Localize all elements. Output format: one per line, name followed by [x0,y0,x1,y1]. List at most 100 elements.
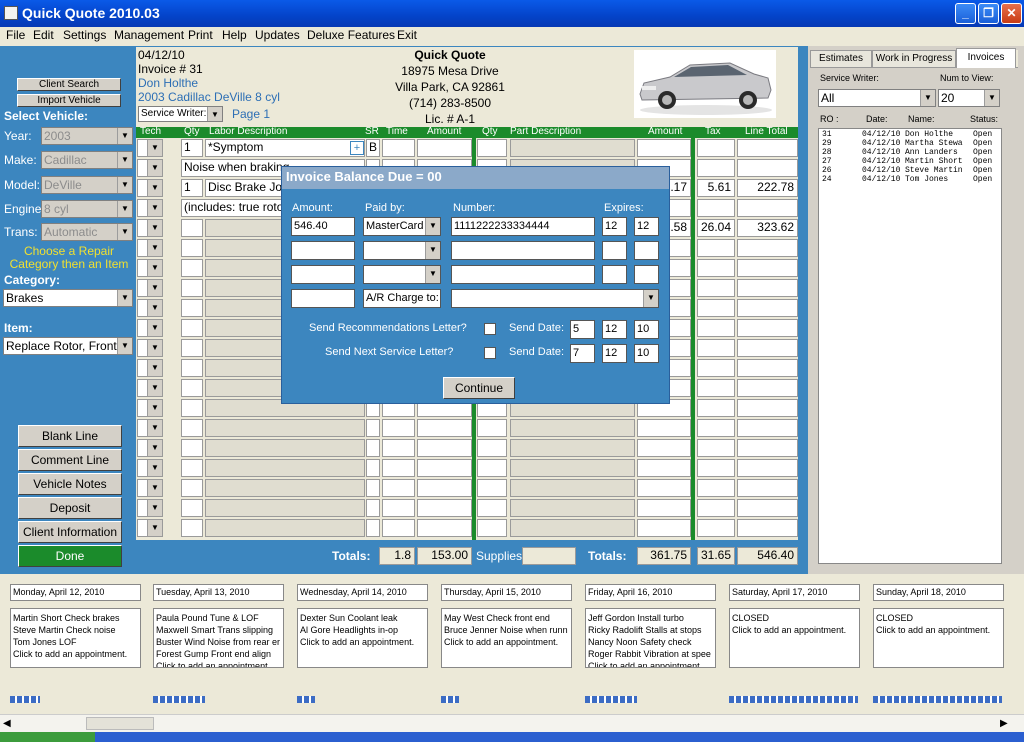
grid-cell-part[interactable] [510,439,635,457]
grid-cell-tax[interactable] [697,299,735,317]
grid-cell-tech[interactable] [137,259,163,277]
expires-month-input[interactable] [602,265,627,284]
done-button[interactable]: Done [18,545,122,567]
grid-cell-sr[interactable] [366,499,380,517]
grid-cell-sr[interactable] [366,479,380,497]
day-appointments[interactable]: CLOSED Click to add an appointment. [729,608,860,668]
engine-select[interactable]: 8 cyl [41,200,133,218]
continue-button[interactable]: Continue [443,377,515,399]
grid-cell-qty2[interactable] [477,479,507,497]
grid-cell-tax[interactable] [697,239,735,257]
next-date-year[interactable]: 10 [634,344,659,363]
grid-cell-line-total[interactable] [737,139,798,157]
paid-by-select[interactable] [363,241,441,260]
grid-cell-amount[interactable] [417,519,472,537]
grid-cell-amount[interactable] [417,139,472,157]
appointment[interactable]: Buster Wind Noise from rear er [156,636,281,648]
make-select[interactable]: Cadillac [41,151,133,169]
card-number-input[interactable] [451,241,595,260]
grid-cell-tax[interactable] [697,279,735,297]
trans-select[interactable]: Automatic [41,223,133,241]
row3-line-total[interactable]: 222.78 [737,179,798,197]
card-number-input[interactable] [451,265,595,284]
grid-cell-qty[interactable] [181,499,203,517]
grid-cell-time[interactable] [382,139,415,157]
grid-cell-qty[interactable] [181,379,203,397]
grid-cell-part[interactable] [510,139,635,157]
comment-line-button[interactable]: Comment Line [18,449,122,471]
expires-year-input[interactable] [634,265,659,284]
menu-exit[interactable]: Exit [397,28,417,42]
grid-cell-qty2[interactable] [477,499,507,517]
grid-cell-qty[interactable] [181,459,203,477]
grid-cell-line-total[interactable] [737,159,798,177]
grid-cell-line-total[interactable] [737,419,798,437]
grid-cell-qty[interactable] [181,239,203,257]
menu-settings[interactable]: Settings [63,28,106,42]
paid-by-select[interactable] [363,265,441,284]
menu-deluxe-features[interactable]: Deluxe Features [307,28,395,42]
grid-cell-time[interactable] [382,479,415,497]
grid-cell-qty[interactable] [181,339,203,357]
add-appointment[interactable]: Click to add an appointment. [876,624,1001,636]
add-appointment[interactable]: Click to add an appointment. [156,660,281,667]
appointment[interactable]: May West Check front end [444,612,569,624]
grid-cell-tech[interactable] [137,319,163,337]
grid-cell-tech[interactable] [137,419,163,437]
grid-cell-tech[interactable] [137,519,163,537]
expires-month-input[interactable]: 12 [602,217,627,236]
grid-cell-qty2[interactable] [477,519,507,537]
appointment[interactable]: Bruce Jenner Noise when runn [444,624,569,636]
expires-year-input[interactable] [634,241,659,260]
grid-cell-line-total[interactable] [737,339,798,357]
menu-management[interactable]: Management [114,28,184,42]
grid-cell-tax[interactable] [697,459,735,477]
appointment[interactable]: Dexter Sun Coolant leak [300,612,425,624]
day-appointments[interactable]: CLOSED Click to add an appointment. [873,608,1004,668]
day-appointments[interactable]: Jeff Gordon Install turbo Ricky Radolift … [585,608,716,668]
grid-cell-time[interactable] [382,519,415,537]
grid-cell-line-total[interactable] [737,239,798,257]
grid-cell-line-total[interactable] [737,399,798,417]
deposit-button[interactable]: Deposit [18,497,122,519]
grid-cell-tech[interactable] [137,239,163,257]
service-writer-select[interactable]: Service Writer: [138,106,223,122]
grid-cell-qty2[interactable] [477,459,507,477]
maximize-button[interactable]: ❐ [978,3,999,24]
grid-cell-amount2[interactable] [637,499,691,517]
appointment[interactable]: Steve Martin Check noise [13,624,138,636]
appointment[interactable]: Roger Rabbit Vibration at spee [588,648,713,660]
row1-sr[interactable]: B [366,139,380,157]
next-date-day[interactable]: 12 [602,344,627,363]
grid-cell-time[interactable] [382,459,415,477]
row5-tax[interactable]: 26.04 [697,219,735,237]
grid-cell-line-total[interactable] [737,519,798,537]
grid-cell-labor[interactable] [205,419,365,437]
add-line-button[interactable]: + [350,141,364,155]
send-recommendations-checkbox[interactable] [484,323,496,335]
grid-cell-tax[interactable] [697,379,735,397]
payment-amount-input[interactable] [291,241,355,260]
client-search-button[interactable]: Client Search [17,78,121,91]
grid-cell-tax[interactable] [697,519,735,537]
grid-cell-qty2[interactable] [477,139,507,157]
grid-cell-time[interactable] [382,499,415,517]
grid-cell-tax[interactable] [697,259,735,277]
grid-cell-tech[interactable] [137,159,163,177]
grid-cell-line-total[interactable] [737,379,798,397]
minimize-button[interactable]: _ [955,3,976,24]
scroll-right-icon[interactable]: ▶ [1000,718,1008,729]
send-next-service-checkbox[interactable] [484,347,496,359]
grid-cell-tax[interactable] [697,319,735,337]
add-appointment[interactable]: Click to add an appointment. [300,636,425,648]
horizontal-scrollbar[interactable]: ◀ ▶ [0,714,1024,732]
category-select[interactable]: Brakes [3,289,133,307]
item-select[interactable]: Replace Rotor, Front [3,337,133,355]
grid-cell-amount2[interactable] [637,419,691,437]
expires-month-input[interactable] [602,241,627,260]
grid-cell-qty[interactable] [181,319,203,337]
customer-name[interactable]: Don Holthe [138,76,198,90]
grid-cell-line-total[interactable] [737,299,798,317]
grid-cell-labor[interactable] [205,439,365,457]
appointment[interactable]: Paula Pound Tune & LOF [156,612,281,624]
